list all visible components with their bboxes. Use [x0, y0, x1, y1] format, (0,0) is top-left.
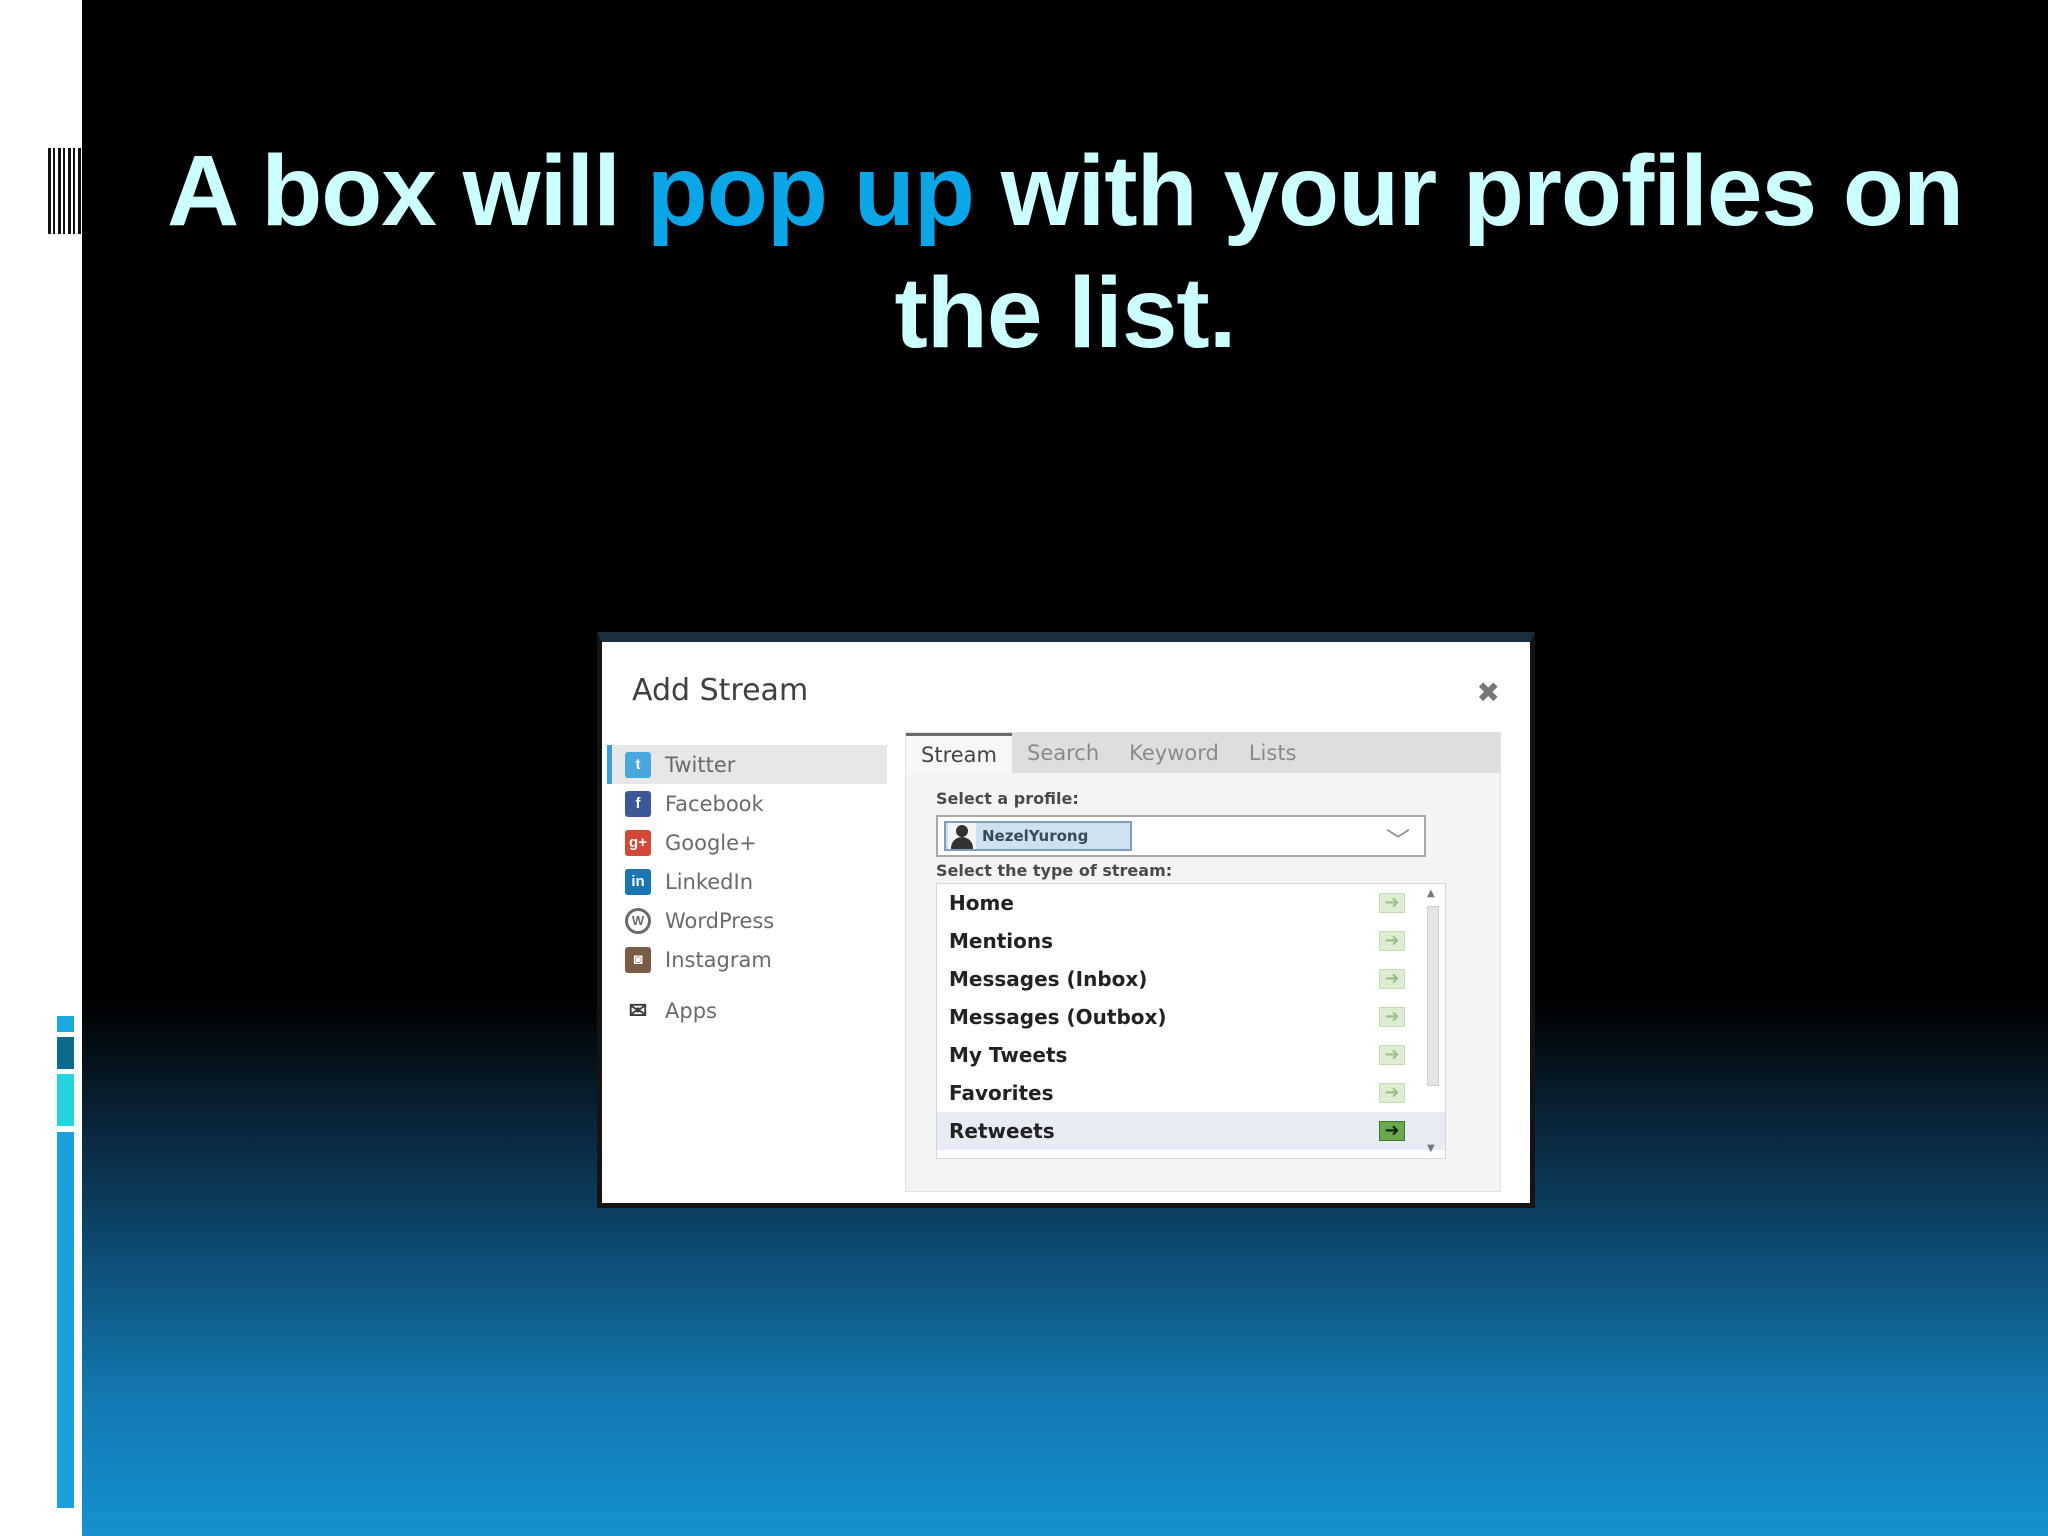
stream-type-list: Home ➜ Mentions ➜ Messages (Inbox) ➜ Mes… [936, 883, 1446, 1159]
network-label: WordPress [665, 908, 775, 933]
add-stream-dialog: Add Stream ✖ t Twitter f Facebook g+ Goo… [597, 632, 1535, 1208]
avatar [948, 823, 976, 849]
network-label: Google+ [665, 830, 757, 855]
network-item-twitter[interactable]: t Twitter [607, 745, 887, 784]
network-label: Apps [665, 998, 717, 1023]
list-item[interactable]: Messages (Inbox) ➜ [937, 960, 1445, 998]
selected-profile-chip[interactable]: NezelYurong [944, 821, 1132, 851]
network-list: t Twitter f Facebook g+ Google+ in Linke… [607, 745, 887, 1030]
scroll-thumb[interactable] [1427, 906, 1439, 1086]
scroll-up-icon[interactable]: ▲ [1427, 888, 1435, 899]
instagram-icon: ◙ [625, 946, 651, 973]
list-item[interactable]: My Tweets ➜ [937, 1036, 1445, 1074]
add-stream-button[interactable]: ➜ [1379, 1121, 1405, 1141]
tab-lists[interactable]: Lists [1234, 733, 1312, 773]
slide-title: A box will pop up with your profiles on … [82, 130, 2048, 374]
add-stream-button[interactable]: ➜ [1379, 893, 1405, 913]
decor-bar [57, 1016, 74, 1032]
title-highlight: pop up [646, 135, 975, 247]
stream-type-label: Home [949, 891, 1014, 915]
tab-search[interactable]: Search [1012, 733, 1114, 773]
list-item[interactable]: Favorites ➜ [937, 1074, 1445, 1112]
stream-type-label: Messages (Inbox) [949, 967, 1148, 991]
close-icon[interactable]: ✖ [1477, 676, 1500, 709]
stream-panel: Stream Search Keyword Lists Select a pro… [905, 732, 1501, 1192]
wordpress-icon: W [625, 907, 651, 934]
stream-type-label: Messages (Outbox) [949, 1005, 1167, 1029]
decor-bar [57, 1132, 74, 1508]
select-profile-label: Select a profile: [936, 789, 1079, 808]
network-item-wordpress[interactable]: W WordPress [607, 901, 887, 940]
decor-bar [57, 1074, 74, 1126]
network-item-apps[interactable]: ✉ Apps [607, 991, 887, 1030]
add-stream-button[interactable]: ➜ [1379, 1007, 1405, 1027]
stream-type-label: Mentions [949, 929, 1054, 953]
network-label: LinkedIn [665, 869, 754, 894]
add-stream-button[interactable]: ➜ [1379, 931, 1405, 951]
network-label: Instagram [665, 947, 772, 972]
stream-type-label: Retweets [949, 1119, 1055, 1143]
stream-type-label: Favorites [949, 1081, 1054, 1105]
tab-keyword[interactable]: Keyword [1114, 733, 1234, 773]
twitter-icon: t [625, 751, 651, 778]
title-text-end: with your profiles on the list. [894, 135, 1964, 369]
tab-bar: Stream Search Keyword Lists [906, 733, 1500, 773]
network-item-instagram[interactable]: ◙ Instagram [607, 940, 887, 979]
stream-type-label: My Tweets [949, 1043, 1068, 1067]
apps-icon: ✉ [628, 997, 648, 1023]
scroll-down-icon[interactable]: ▼ [1427, 1143, 1435, 1154]
add-stream-button[interactable]: ➜ [1379, 1045, 1405, 1065]
google-plus-icon: g+ [625, 829, 651, 856]
add-stream-button[interactable]: ➜ [1379, 969, 1405, 989]
add-stream-button[interactable]: ➜ [1379, 1083, 1405, 1103]
profile-name: NezelYurong [982, 827, 1089, 845]
list-item[interactable]: Mentions ➜ [937, 922, 1445, 960]
profile-select[interactable]: NezelYurong ﹀ [936, 815, 1426, 857]
select-type-label: Select the type of stream: [936, 861, 1173, 880]
tab-stream[interactable]: Stream [906, 733, 1012, 773]
linkedin-icon: in [625, 868, 651, 895]
network-item-linkedin[interactable]: in LinkedIn [607, 862, 887, 901]
facebook-icon: f [625, 790, 651, 817]
decor-bar [57, 1037, 74, 1069]
title-text-start: A box will [166, 135, 647, 247]
network-item-facebook[interactable]: f Facebook [607, 784, 887, 823]
list-item[interactable]: Retweets ➜ [937, 1112, 1445, 1150]
list-item[interactable]: Home ➜ [937, 884, 1445, 922]
network-label: Facebook [665, 791, 764, 816]
network-label: Twitter [665, 752, 736, 777]
barcode-decoration [48, 148, 82, 234]
scrollbar[interactable]: ▲ ▼ [1423, 886, 1443, 1156]
list-item[interactable]: Messages (Outbox) ➜ [937, 998, 1445, 1036]
dialog-title: Add Stream [632, 673, 809, 708]
chevron-down-icon[interactable]: ﹀ [1386, 821, 1410, 856]
network-item-google-plus[interactable]: g+ Google+ [607, 823, 887, 862]
